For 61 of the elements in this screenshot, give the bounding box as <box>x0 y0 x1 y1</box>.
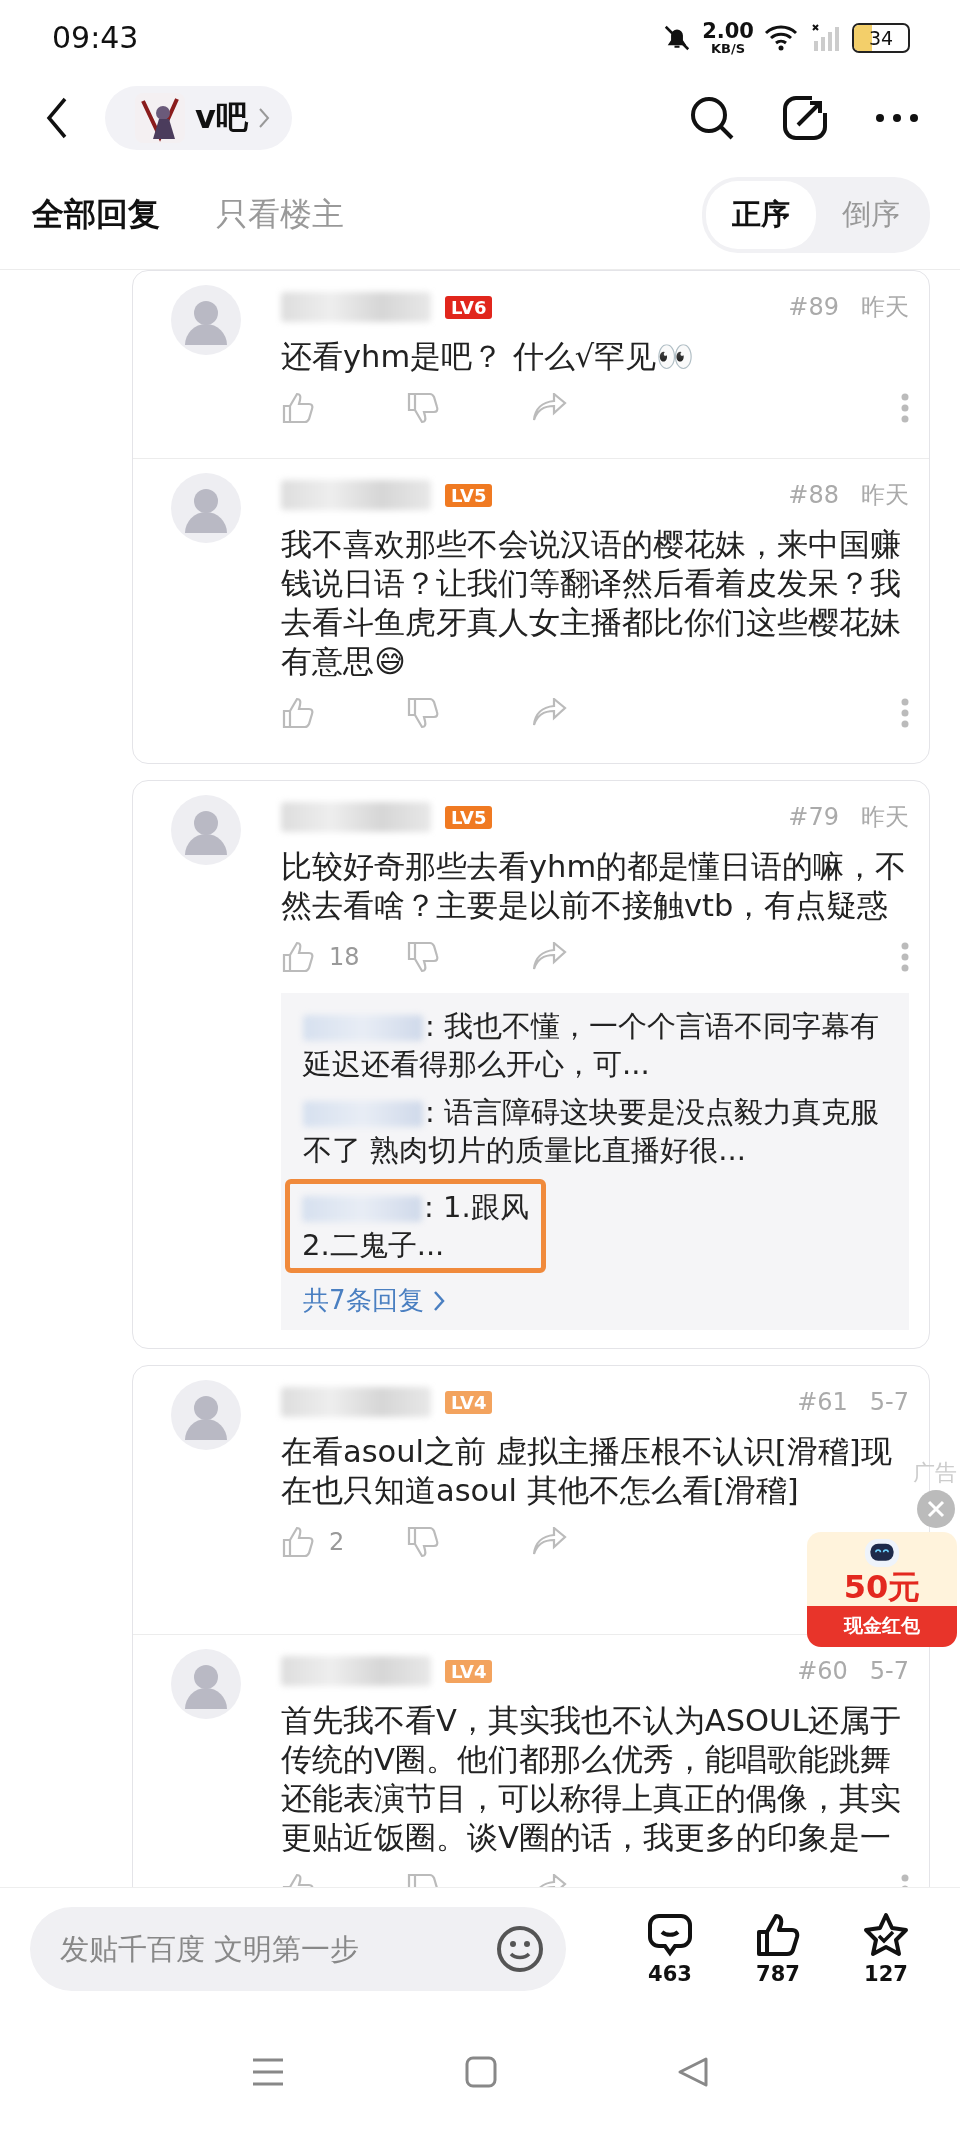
post-text: 比较好奇那些去看yhm的都是懂日语的嘛，不然去看啥？主要是以前不接触vtb，有点疑惑 <box>281 848 908 925</box>
sort-option[interactable]: 正序 <box>706 181 816 249</box>
filter-tab[interactable]: 全部回复 <box>32 193 160 237</box>
post-time: 昨天 <box>861 292 909 323</box>
post-time: 5-7 <box>869 1657 909 1685</box>
menu-icon[interactable] <box>251 2056 285 2087</box>
forum-chip[interactable]: v吧 <box>105 86 292 150</box>
reply-text: : 语言障碍这块要是没点毅力真克服不了 熟肉切片的质量比直播好很... <box>303 1094 880 1169</box>
level-badge: LV5 <box>445 483 493 507</box>
post-text: 在看asoul之前 虚拟主播压根不认识[滑稽]现在也只知道asoul 其他不怎么看[滑稽] <box>281 1433 893 1510</box>
avatar-icon <box>171 795 241 865</box>
floor-number: #61 <box>797 1388 848 1416</box>
chevron-right-icon <box>257 107 270 129</box>
ad-caption: 现金红包 <box>844 1613 920 1639</box>
floor-number: #88 <box>788 481 839 509</box>
robot-icon <box>862 1536 902 1570</box>
avatar-icon <box>171 285 241 355</box>
home-icon[interactable] <box>465 2055 497 2088</box>
more-replies-link[interactable]: 共7条回复 <box>303 1283 446 1318</box>
reply-text: : 我也不懂，一个个言语不同字幕有延迟还看得那么开心，可... <box>303 1008 880 1083</box>
like-count: 18 <box>329 943 360 971</box>
level-badge: LV5 <box>445 805 493 829</box>
floor-number: #60 <box>797 1657 848 1685</box>
star-icon[interactable] <box>863 1912 909 1958</box>
post-text: 我不喜欢那些不会说汉语的樱花妹，来中国赚钱说日语？让我们等翻译然后看着皮发呆？我去看斗鱼虎牙真人女主播都比你们这些樱花妹有意思😅 <box>281 526 902 681</box>
comment-input[interactable]: 发贴千百度 文明第一步 <box>30 1907 566 1991</box>
stat-count: 127 <box>864 1962 908 1986</box>
close-icon <box>926 1499 946 1519</box>
post-time: 昨天 <box>861 480 909 511</box>
filter-tab[interactable]: 只看楼主 <box>216 193 344 237</box>
avatar-icon <box>171 1649 241 1719</box>
speed-unit: KB/S <box>711 41 746 55</box>
signal-icon <box>810 22 842 53</box>
post-text: 还看yhm是吧？ 什么√罕见👀 <box>281 338 696 376</box>
back-icon[interactable] <box>45 96 69 140</box>
avatar-icon <box>171 473 241 543</box>
sort-option[interactable]: 倒序 <box>816 181 926 249</box>
level-badge: LV4 <box>445 1659 493 1683</box>
like-count: 2 <box>329 1528 345 1556</box>
ad-amount: 50元 <box>843 1570 921 1606</box>
post-time: 昨天 <box>861 802 909 833</box>
forum-name: v吧 <box>195 97 248 138</box>
close-button[interactable] <box>917 1490 955 1528</box>
stat-count: 463 <box>648 1962 692 1986</box>
post-text: 首先我不看V，其实我也不认为ASOUL还属于传统的V圈。他们都那么优秀，能唱歌能跳舞还能表演节目，可以称得上真正的偶像，其实更贴近饭圈。谈V圈的话，我更多的印象是一 <box>281 1702 903 1857</box>
reply-text: : 1.跟风 2.二鬼子... <box>302 1189 529 1264</box>
post-time: 5-7 <box>869 1388 909 1416</box>
comment-icon[interactable] <box>647 1912 693 1958</box>
level-badge: LV6 <box>445 295 493 319</box>
floor-number: #79 <box>788 803 839 831</box>
search-icon[interactable] <box>688 94 736 142</box>
avatar-icon <box>171 1380 241 1450</box>
stat-count: 787 <box>756 1962 800 1986</box>
floor-number: #89 <box>788 293 839 321</box>
wifi-icon <box>764 23 800 52</box>
level-badge: LV4 <box>445 1390 493 1414</box>
status-time: 09:43 <box>52 20 139 55</box>
ad-banner[interactable]: 50元 现金红包 <box>807 1532 957 1648</box>
smiley-icon[interactable] <box>496 1925 544 1973</box>
speed-value: 2.00 <box>702 20 754 42</box>
edit-icon[interactable] <box>782 95 828 141</box>
